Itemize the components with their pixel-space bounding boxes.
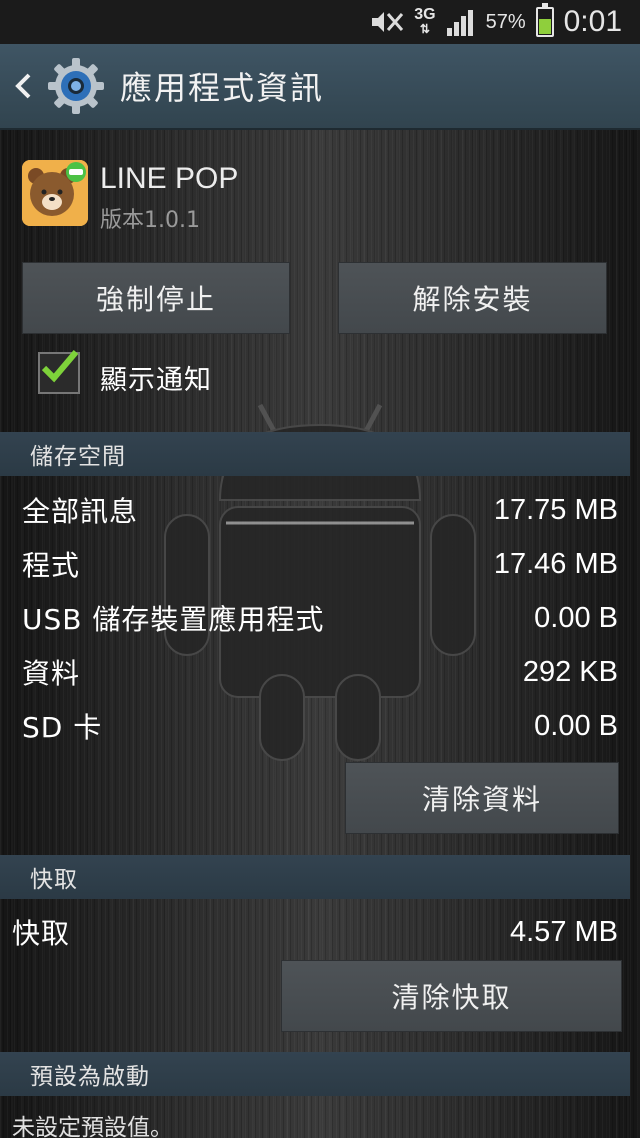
launch-default-section-header: 預設為啟動 — [0, 1052, 630, 1096]
storage-row-app: 程式 17.46 MB — [22, 544, 618, 584]
network-3g-icon: 3G ⇅ — [414, 6, 436, 37]
app-header: LINE POP 版本1.0.1 — [22, 160, 238, 234]
cache-section-header: 快取 — [0, 855, 630, 899]
storage-row-value: 0.00 B — [534, 709, 618, 742]
cache-label: 快取 — [12, 917, 71, 950]
page-title: 應用程式資訊 — [120, 69, 325, 107]
storage-row-label: 資料 — [22, 657, 81, 690]
cache-value: 4.57 MB — [510, 915, 618, 948]
storage-row-label: USB 儲存裝置應用程式 — [22, 603, 325, 636]
back-button[interactable] — [0, 43, 46, 129]
storage-row-label: 全部訊息 — [22, 495, 139, 528]
storage-row-label: 程式 — [22, 549, 81, 582]
uninstall-button[interactable]: 解除安裝 — [338, 262, 607, 334]
show-notifications-checkbox[interactable] — [38, 350, 80, 394]
status-time: 0:01 — [563, 5, 622, 38]
storage-row-value: 0.00 B — [534, 601, 618, 634]
signal-icon — [446, 10, 473, 36]
storage-row-sd: SD 卡 0.00 B — [22, 706, 618, 746]
back-icon — [15, 73, 31, 99]
cache-row: 快取 4.57 MB — [12, 912, 618, 952]
mute-icon — [372, 12, 404, 32]
force-stop-button[interactable]: 強制停止 — [22, 262, 290, 334]
show-notifications-label: 顯示通知 — [100, 365, 212, 396]
no-defaults-text: 未設定預設值。 — [12, 1115, 173, 1138]
storage-row-total: 全部訊息 17.75 MB — [22, 490, 618, 530]
storage-row-data: 資料 292 KB — [22, 652, 618, 692]
storage-row-usb: USB 儲存裝置應用程式 0.00 B — [22, 598, 618, 638]
storage-row-value: 17.75 MB — [493, 493, 618, 526]
status-bar: 3G ⇅ 57% 0:01 — [0, 0, 640, 44]
battery-percent: 57% — [485, 10, 526, 33]
storage-row-value: 292 KB — [522, 655, 618, 688]
app-meta: LINE POP 版本1.0.1 — [100, 160, 238, 234]
clear-cache-button[interactable]: 清除快取 — [281, 960, 622, 1032]
line-pop-bear-icon — [22, 160, 88, 226]
battery-icon — [535, 3, 554, 37]
storage-section-header: 儲存空間 — [0, 432, 630, 476]
settings-gear-icon[interactable] — [46, 56, 106, 116]
storage-row-label: SD 卡 — [22, 711, 103, 744]
clear-data-button[interactable]: 清除資料 — [345, 762, 619, 834]
app-version: 版本1.0.1 — [100, 208, 200, 233]
app-name: LINE POP — [100, 162, 239, 195]
storage-row-value: 17.46 MB — [493, 547, 618, 580]
action-bar: 應用程式資訊 — [0, 44, 640, 130]
network-type: 3G — [414, 6, 436, 23]
checkmark-icon — [41, 350, 79, 383]
